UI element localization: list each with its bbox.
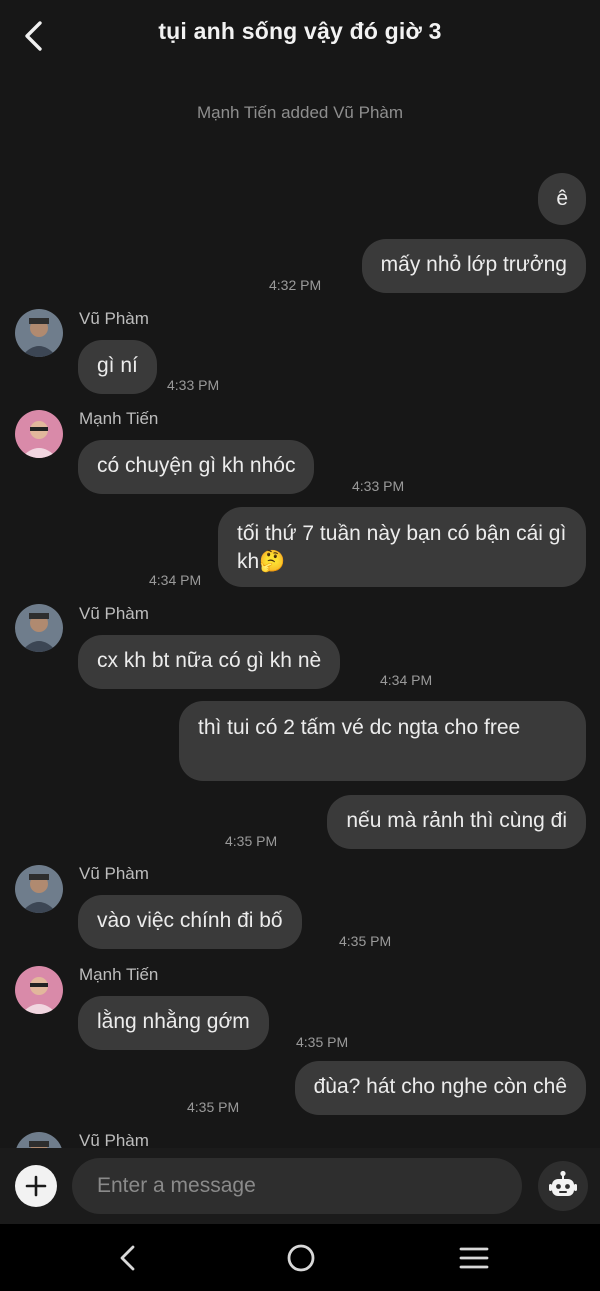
message-bubble-incoming[interactable]: lằng nhằng gớm — [78, 996, 269, 1050]
sender-name: Vũ Phàm — [79, 1131, 149, 1148]
avatar[interactable] — [15, 966, 63, 1014]
avatar[interactable] — [15, 1132, 63, 1148]
message-time: 4:34 PM — [149, 572, 202, 588]
message-time: 4:32 PM — [269, 277, 322, 293]
nav-home-icon[interactable] — [281, 1238, 321, 1278]
message-input[interactable] — [72, 1158, 522, 1214]
message-time: 4:35 PM — [296, 1034, 349, 1050]
message-bubble-incoming[interactable]: cx kh bt nữa có gì kh nè — [78, 635, 341, 689]
sender-name: Vũ Phàm — [79, 309, 149, 328]
sender-name: Vũ Phàm — [79, 864, 149, 883]
sender-name: Mạnh Tiến — [79, 965, 159, 984]
nav-recents-icon[interactable] — [454, 1238, 494, 1278]
message-bubble-outgoing[interactable]: đùa? hát cho nghe còn chê — [294, 1061, 586, 1115]
message-time: 4:35 PM — [187, 1099, 240, 1115]
nav-back-icon[interactable] — [108, 1238, 148, 1278]
message-bubble-outgoing[interactable]: nếu mà rảnh thì cùng đi — [327, 795, 586, 849]
system-message: Mạnh Tiến added Vũ Phàm — [196, 103, 404, 122]
avatar[interactable] — [15, 309, 63, 357]
avatar[interactable] — [15, 604, 63, 652]
avatar[interactable] — [15, 410, 63, 458]
message-time: 4:35 PM — [339, 933, 392, 949]
message-bubble-outgoing[interactable]: mấy nhỏ lớp trưởng — [361, 239, 586, 293]
robot-icon[interactable] — [538, 1161, 588, 1211]
message-bubble-incoming[interactable]: vào việc chính đi bố — [78, 895, 302, 949]
plus-icon[interactable] — [15, 1165, 57, 1207]
message-time: 4:33 PM — [352, 478, 405, 494]
message-bubble-outgoing[interactable]: ê — [538, 173, 586, 225]
message-bubble-incoming[interactable]: có chuyện gì kh nhóc — [78, 440, 315, 494]
avatar[interactable] — [15, 865, 63, 913]
message-list[interactable]: Mạnh Tiến added Vũ Phàm ê mấy nhỏ lớp tr… — [0, 0, 600, 1148]
message-time: 4:35 PM — [225, 833, 278, 849]
sender-name: Vũ Phàm — [79, 604, 149, 623]
sender-name: Mạnh Tiến — [79, 409, 159, 428]
message-bubble-outgoing[interactable]: tối thứ 7 tuần này bạn có bận cái gì kh🤔 — [218, 507, 586, 587]
message-time: 4:34 PM — [380, 672, 433, 688]
message-time: 4:33 PM — [167, 377, 220, 393]
message-bubble-outgoing[interactable]: thì tui có 2 tấm vé dc ngta cho free — [179, 701, 586, 781]
message-bubble-incoming[interactable]: gì ní — [78, 340, 157, 394]
